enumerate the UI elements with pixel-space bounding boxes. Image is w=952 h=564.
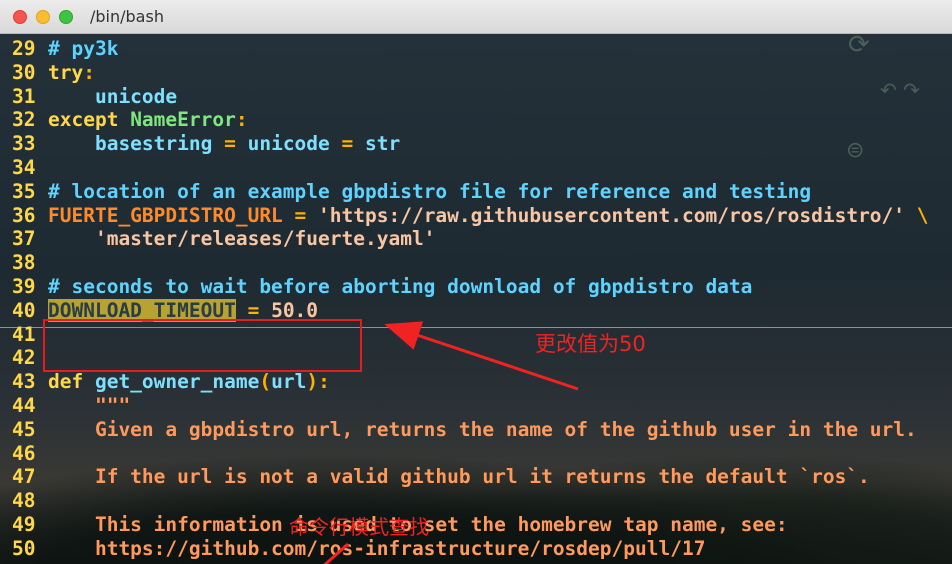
close-window-button[interactable] xyxy=(13,10,27,24)
annotation-arrows xyxy=(323,321,579,564)
maximize-window-button[interactable] xyxy=(59,10,73,24)
minimize-window-button[interactable] xyxy=(36,10,50,24)
terminal-body[interactable]: ⟳ ↶ ↷ ⊜ 29 # py3k 30 try: 31 unicode 32 except… xyxy=(0,34,952,564)
annotation-arrow-to-timeout xyxy=(384,321,579,391)
annotation-arrow-search xyxy=(323,542,349,564)
title-bar: /bin/bash xyxy=(0,0,952,34)
terminal-window: /bin/bash ⟳ ↶ ↷ ⊜ 29 # py3k 30 try: 31 unico… xyxy=(0,0,952,564)
window-title: /bin/bash xyxy=(90,7,164,26)
